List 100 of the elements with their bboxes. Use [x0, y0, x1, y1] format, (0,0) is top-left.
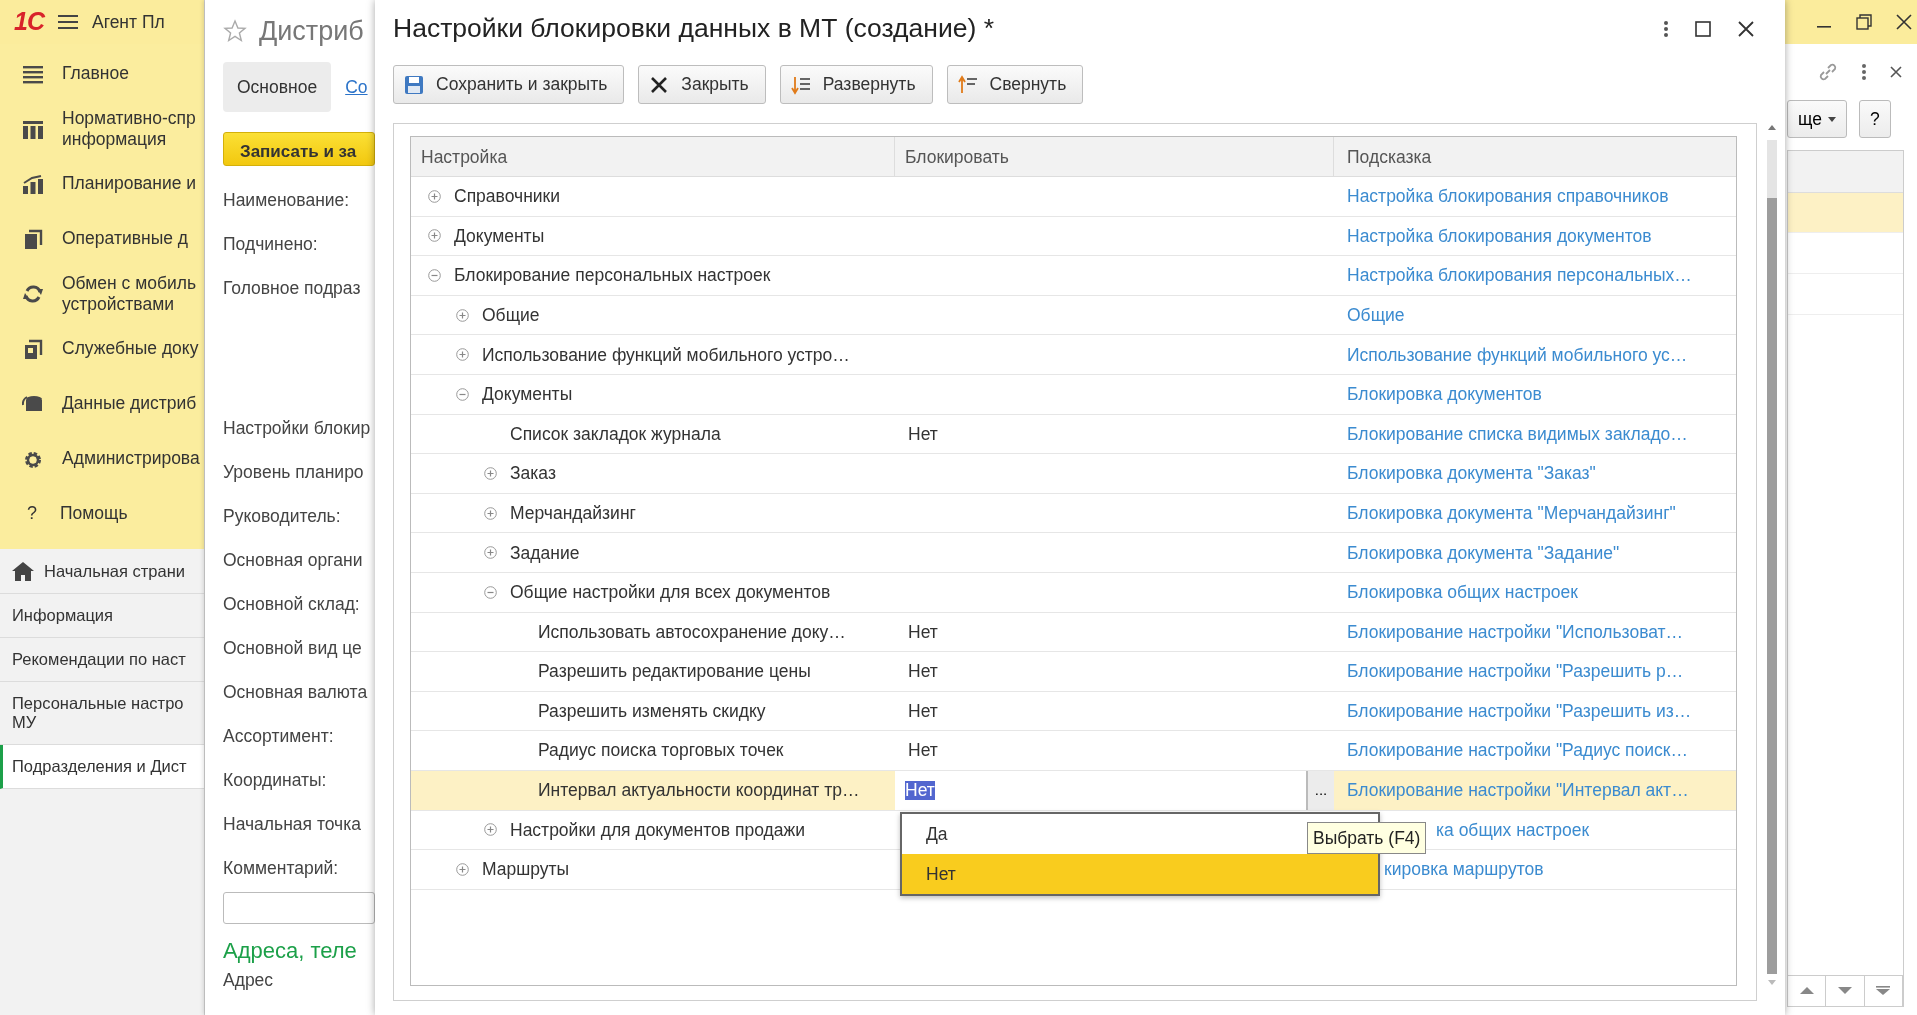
- scrollbar[interactable]: [1766, 125, 1778, 985]
- setting-name: Маршруты: [482, 858, 570, 882]
- section-link[interactable]: Планирование и: [62, 173, 197, 194]
- hint-link[interactable]: Блокирование настройки "Радиус поиск…: [1347, 737, 1688, 764]
- tree-row[interactable]: Радиус поиска торговых точек Нет Блокирование настройки "Радиус поиск…: [411, 731, 1736, 771]
- setting-value: Нет: [908, 739, 938, 763]
- hint-link[interactable]: Общие: [1347, 301, 1405, 329]
- tree-row[interactable]: Блокирование персональных настроек Настройка блокирования персональных…: [411, 256, 1736, 296]
- tree-row[interactable]: Общие Общие: [411, 295, 1736, 336]
- field-label: Координаты:: [223, 769, 328, 793]
- tree-row[interactable]: Справочники Настройка блокирования справочников: [411, 177, 1736, 217]
- hint-link[interactable]: Использование функций мобильного ус…: [1347, 341, 1688, 368]
- star-icon[interactable]: [223, 19, 247, 43]
- setting-name: Общие настройки для всех документов: [510, 581, 831, 605]
- nav-item[interactable]: Рекомендации по наст: [0, 637, 204, 682]
- more-icon[interactable]: [1663, 19, 1669, 39]
- expand-icon[interactable]: [456, 308, 469, 322]
- collapse-icon[interactable]: [428, 269, 441, 282]
- tree-row[interactable]: Интервал актуальности координат тр… Нет ... Блокирование настройки "Интервал акт…: [411, 770, 1736, 811]
- scroll-up-icon[interactable]: [1798, 986, 1815, 996]
- hint-link[interactable]: кировка маршрутов: [1384, 856, 1544, 883]
- form-title: Дистриб: [259, 14, 364, 48]
- column-header[interactable]: Настройка: [411, 137, 895, 176]
- collapse-list-icon: [957, 74, 978, 95]
- expand-icon[interactable]: [456, 348, 469, 362]
- hint-link[interactable]: Настройка блокирования документов: [1347, 222, 1652, 249]
- section-link[interactable]: Администрирова: [62, 448, 200, 469]
- maximize-icon[interactable]: [1695, 21, 1711, 37]
- collapse-icon[interactable]: [456, 387, 469, 401]
- tree-row[interactable]: Мерчандайзинг Блокировка документа "Мерчандайзинг": [411, 493, 1736, 534]
- setting-name: Настройки для документов продажи: [510, 818, 805, 842]
- tree-row[interactable]: Документы Блокировка документов: [411, 374, 1736, 415]
- column-header[interactable]: Подсказка: [1334, 137, 1736, 176]
- hint-link[interactable]: Блокирование списка видимых закладо…: [1347, 420, 1688, 447]
- expand-icon[interactable]: [484, 506, 497, 520]
- expand-icon[interactable]: [428, 189, 441, 203]
- dropdown-option[interactable]: Нет: [902, 854, 1378, 894]
- hint-link[interactable]: Настройка блокирования справочников: [1347, 183, 1669, 210]
- toolbar-button[interactable]: Развернуть: [779, 65, 933, 104]
- hint-link[interactable]: Настройка блокирования персональных…: [1347, 262, 1692, 289]
- expand-icon[interactable]: [428, 229, 441, 243]
- hint-link[interactable]: Блокировка общих настроек: [1347, 579, 1578, 606]
- toolbar-button[interactable]: Закрыть: [638, 65, 766, 104]
- section-link[interactable]: Оперативные д: [62, 228, 189, 249]
- close-icon[interactable]: [1737, 20, 1755, 38]
- nav-item[interactable]: Информация: [0, 594, 204, 638]
- field-label: Наименование:: [223, 189, 351, 213]
- section-link[interactable]: Служебные доку: [62, 338, 199, 359]
- tab-link[interactable]: Со: [345, 74, 368, 101]
- hint-link[interactable]: Блокирование настройки "Использоват…: [1347, 618, 1684, 645]
- restore-icon[interactable]: [1855, 13, 1873, 31]
- tree-row[interactable]: Список закладок журнала Нет Блокирование списка видимых закладо…: [411, 414, 1736, 455]
- tree-row[interactable]: Задание Блокировка документа "Задание": [411, 533, 1736, 573]
- setting-name: Задание: [510, 541, 580, 565]
- more-icon[interactable]: [1861, 62, 1867, 82]
- nav-item[interactable]: Подразделения и Дист: [0, 744, 204, 789]
- save-button[interactable]: Записать и за: [223, 132, 375, 167]
- scroll-down-icon[interactable]: [1837, 986, 1853, 996]
- expand-icon[interactable]: [456, 862, 469, 876]
- nav-item[interactable]: Персональные настро МУ: [0, 681, 204, 745]
- tree-row[interactable]: Заказ Блокировка документа "Заказ": [411, 454, 1736, 494]
- expand-icon[interactable]: [484, 466, 497, 480]
- hint-link[interactable]: Блокирование настройки "Разрешить р…: [1347, 658, 1684, 685]
- hint-link[interactable]: ка общих настроек: [1436, 816, 1590, 843]
- link-icon[interactable]: [1817, 61, 1839, 83]
- hint-link[interactable]: Блокировка документа "Задание": [1347, 539, 1620, 566]
- section-link[interactable]: Обмен с мобиль устройствами: [62, 273, 197, 314]
- section-link[interactable]: Главное: [62, 63, 129, 84]
- section-link[interactable]: Помощь: [60, 503, 128, 524]
- hint-link[interactable]: Блокировка документа "Мерчандайзинг": [1347, 499, 1676, 527]
- tab[interactable]: Основное: [223, 62, 332, 113]
- collapse-icon[interactable]: [484, 585, 497, 599]
- close-icon[interactable]: [1895, 13, 1913, 31]
- scroll-end-icon[interactable]: [1875, 986, 1892, 996]
- toolbar-button[interactable]: Сохранить и закрыть: [393, 65, 625, 104]
- tooltip: Выбрать (F4): [1307, 822, 1427, 855]
- nav-item[interactable]: Начальная страни: [0, 549, 204, 594]
- expand-icon[interactable]: [484, 823, 497, 837]
- tree-row[interactable]: Документы Настройка блокирования документов: [411, 216, 1736, 257]
- documents-icon: [22, 227, 44, 250]
- save-icon: [404, 74, 424, 95]
- tree-row[interactable]: Использовать автосохранение доку… Нет Блокирование настройки "Использоват…: [411, 612, 1736, 653]
- comment-field[interactable]: [223, 892, 375, 925]
- hint-link[interactable]: Блокирование настройки "Разрешить из…: [1347, 697, 1692, 725]
- close-icon[interactable]: [1889, 65, 1903, 79]
- tree-row[interactable]: Разрешить редактирование цены Нет Блокирование настройки "Разрешить р…: [411, 652, 1736, 692]
- toolbar-button[interactable]: Свернуть: [946, 65, 1084, 104]
- menu-icon[interactable]: [57, 14, 78, 30]
- help-button[interactable]: ?: [1858, 100, 1891, 138]
- tree-row[interactable]: Общие настройки для всех документов Блокировка общих настроек: [411, 572, 1736, 613]
- section-link[interactable]: Нормативно-спр информация: [62, 108, 196, 149]
- expand-icon[interactable]: [484, 546, 497, 560]
- choose-button[interactable]: ...: [1306, 770, 1334, 810]
- hint-link[interactable]: Блокировка документа "Заказ": [1347, 460, 1596, 487]
- more-button[interactable]: ще: [1787, 100, 1847, 138]
- section-link[interactable]: Данные дистриб: [62, 393, 197, 414]
- tree-row[interactable]: Разрешить изменять скидку Нет Блокирование настройки "Разрешить из…: [411, 691, 1736, 732]
- tree-row[interactable]: Использование функций мобильного устро… Использование функций мобильного ус…: [411, 335, 1736, 375]
- column-header[interactable]: Блокировать: [895, 137, 1334, 176]
- hint-link[interactable]: Блокировка документов: [1347, 381, 1542, 408]
